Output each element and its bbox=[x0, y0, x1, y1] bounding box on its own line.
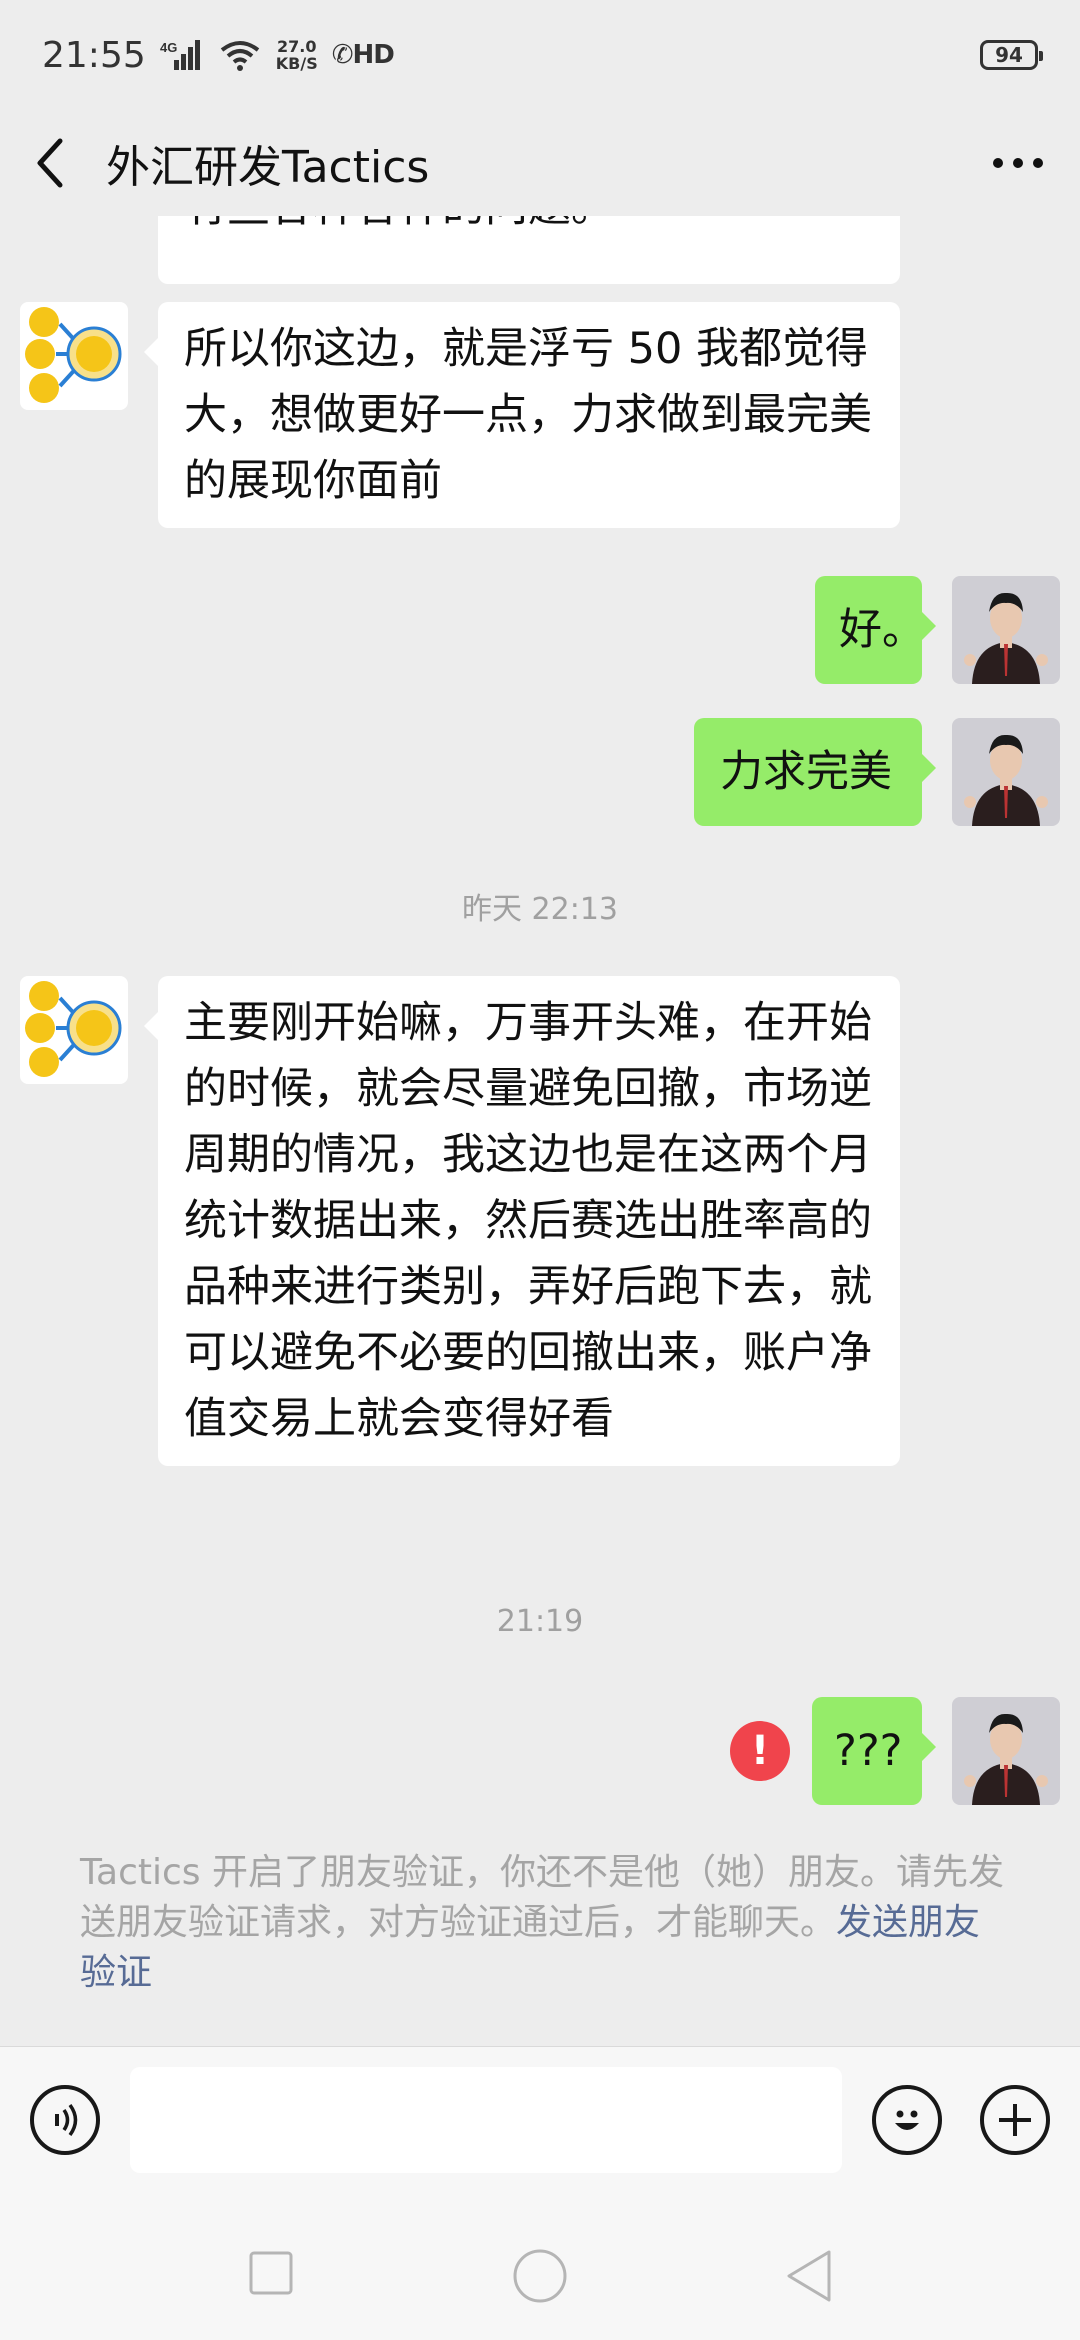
avatar-self[interactable] bbox=[952, 1697, 1060, 1805]
voice-icon bbox=[55, 2103, 78, 2137]
status-left: 21:55 4G 27.0 KB/S ✆HD bbox=[42, 34, 395, 76]
more-dots-icon bbox=[993, 158, 1043, 168]
status-time: 21:55 bbox=[42, 34, 146, 76]
message-bubble[interactable]: ??? bbox=[812, 1697, 936, 1805]
status-bar: 21:55 4G 27.0 KB/S ✆HD 94 bbox=[0, 0, 1080, 110]
signal-label: 4G bbox=[160, 40, 177, 55]
chat-title: 外汇研发Tactics bbox=[106, 142, 430, 193]
message-text: 有些各种各样的问题。 bbox=[184, 216, 614, 232]
more-button[interactable] bbox=[988, 143, 1048, 183]
square-icon[interactable] bbox=[248, 2250, 294, 2296]
profile-photo-icon bbox=[952, 576, 1060, 684]
emoji-button[interactable] bbox=[872, 2085, 942, 2155]
message-list[interactable]: 有些各种各样的问题。 所以你这边，就是浮亏 50 我都觉得大，想做更好一点，力求… bbox=[0, 216, 1080, 2046]
friend-verification-notice: Tactics 开启了朋友验证，你还不是他（她）朋友。请先发送朋友验证请求，对方… bbox=[80, 1848, 1010, 1998]
network-speed-value: 27.0 bbox=[276, 37, 317, 56]
timestamp: 昨天 22:13 bbox=[462, 892, 618, 927]
emoji-icon bbox=[895, 2110, 919, 2130]
chat-header: 外汇研发Tactics bbox=[0, 110, 1080, 216]
back-button[interactable] bbox=[32, 133, 82, 193]
profile-photo-icon bbox=[952, 1697, 1060, 1805]
network-speed: 27.0 KB/S bbox=[276, 38, 318, 72]
message-text: 好。 bbox=[839, 605, 925, 655]
profile-photo-icon bbox=[952, 718, 1060, 826]
message-text: ??? bbox=[834, 1726, 903, 1776]
network-speed-unit: KB/S bbox=[275, 54, 318, 73]
message-bubble[interactable]: 好。 bbox=[815, 576, 936, 684]
plus-icon bbox=[999, 2104, 1031, 2136]
battery-icon: 94 bbox=[980, 40, 1043, 70]
avatar-other[interactable] bbox=[20, 302, 128, 410]
plus-button[interactable] bbox=[980, 2085, 1050, 2155]
call-icon: ✆ bbox=[331, 40, 354, 70]
wifi-icon bbox=[218, 38, 262, 72]
triangle-back-icon[interactable] bbox=[784, 2248, 834, 2304]
message-input[interactable] bbox=[130, 2067, 842, 2173]
data-model-logo-icon bbox=[20, 976, 128, 1084]
message-bubble[interactable]: 所以你这边，就是浮亏 50 我都觉得大，想做更好一点，力求做到最完美的展现你面前 bbox=[144, 302, 900, 528]
avatar-other[interactable] bbox=[20, 976, 128, 1084]
system-navigation-bar bbox=[0, 2206, 1080, 2340]
hd-label: HD bbox=[352, 40, 395, 70]
voice-button[interactable] bbox=[30, 2085, 100, 2155]
message-bubble[interactable]: 力求完美 bbox=[694, 718, 936, 826]
chevron-left-icon bbox=[37, 138, 63, 188]
input-bar bbox=[0, 2046, 1080, 2206]
avatar-self[interactable] bbox=[952, 576, 1060, 684]
data-model-logo-icon bbox=[20, 302, 128, 410]
message-text: 力求完美 bbox=[720, 747, 892, 797]
message-text: 主要刚开始嘛，万事开头难，在开始的时候，就会尽量避免回撤，市场逆周期的情况，我这… bbox=[184, 998, 872, 1444]
signal-icon: 4G bbox=[160, 38, 204, 72]
message-text: 所以你这边，就是浮亏 50 我都觉得大，想做更好一点，力求做到最完美的展现你面前 bbox=[184, 324, 872, 506]
timestamp: 21:19 bbox=[496, 1604, 584, 1639]
hd-badge: ✆HD bbox=[331, 40, 395, 70]
message-bubble[interactable]: 主要刚开始嘛，万事开头难，在开始的时候，就会尽量避免回撤，市场逆周期的情况，我这… bbox=[144, 976, 900, 1466]
circle-icon[interactable] bbox=[512, 2248, 568, 2304]
send-failed-icon[interactable]: ! bbox=[730, 1721, 790, 1781]
avatar-self[interactable] bbox=[952, 718, 1060, 826]
message-bubble[interactable]: 有些各种各样的问题。 bbox=[158, 216, 900, 284]
battery-level: 94 bbox=[995, 43, 1023, 67]
